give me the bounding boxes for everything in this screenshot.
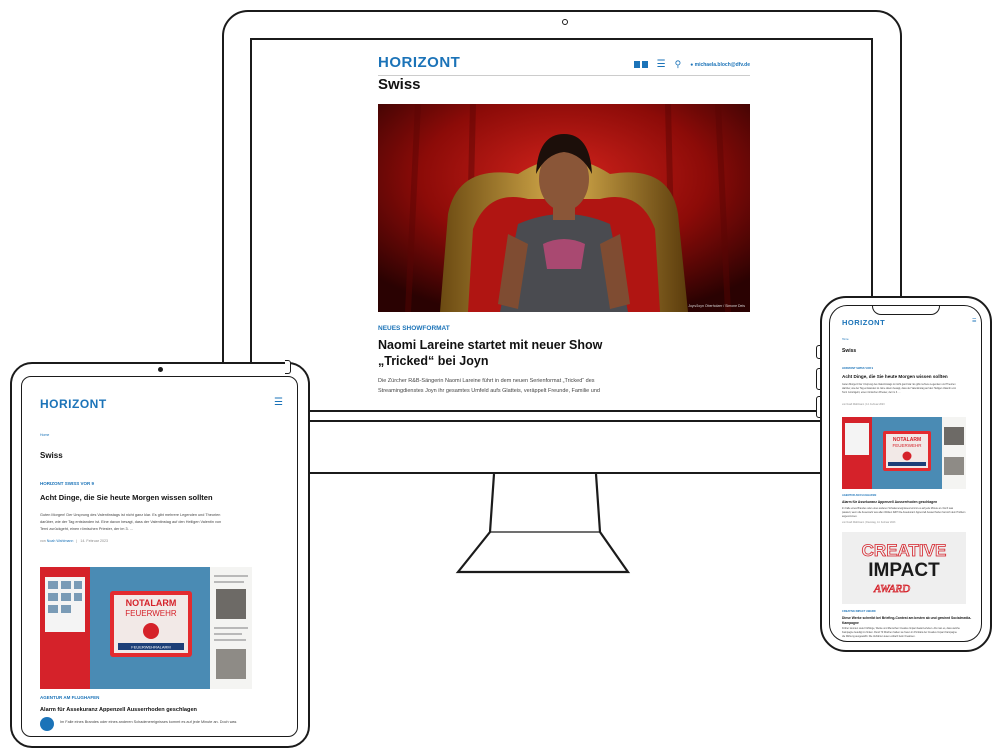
hero-photo: [378, 104, 750, 312]
teaser-line: Guten Morgen! Der Ursprung des Valentins…: [40, 513, 221, 517]
teaser-line: Terni zurückgeht, einen römischen Priest…: [40, 527, 133, 531]
page-title: Swiss: [378, 76, 421, 93]
meta-separator: |: [74, 539, 80, 543]
user-account-link[interactable]: ● michaela.bloch@dfv.de: [690, 62, 750, 68]
hamburger-icon[interactable]: ☰: [274, 397, 283, 408]
image-text: FEUERWEHR: [125, 609, 177, 618]
page-title: Swiss: [40, 451, 63, 460]
article-teaser: Im Falle eines Brandes oder eines andere…: [842, 507, 972, 519]
teaser-line: die Wirkung ausgewählt. Die Verfahren le…: [842, 635, 916, 638]
monitor-chin: [292, 422, 902, 474]
article-kicker[interactable]: HORIZONT SWISS VOR 9: [40, 481, 94, 486]
header-actions: ☰ ⚲ ● michaela.bloch@dfv.de: [633, 59, 750, 70]
phone-notch: [872, 306, 940, 315]
article-teaser: Guten Morgen! Der Ursprung des Valentins…: [842, 383, 972, 395]
user-icon: ●: [690, 61, 694, 68]
article-teaser: Guten Morgen! Der Ursprung des Valentins…: [40, 512, 290, 533]
phone-screen: HORIZONT ☰ Home Swiss HORIZONT SWISS VOR…: [829, 305, 982, 642]
image-text: CREATIVE: [862, 541, 947, 560]
article-title[interactable]: Alarm für Assekuranz Appenzell Ausserrho…: [842, 500, 937, 504]
article-teaser: Die Zürcher R&B-Sängerin Naomi Lareine f…: [378, 376, 748, 396]
horizont-logo[interactable]: HORIZONT: [842, 318, 885, 327]
monitor-stand: [455, 474, 631, 574]
tablet-device: HORIZONT ☰ Home Swiss HORIZONT SWISS VOR…: [10, 362, 310, 748]
article-teaser: Früher konnten viele Frühlinge, Werke un…: [842, 627, 972, 639]
article-title-line: Naomi Lareine startet mit neuer Show: [378, 338, 603, 352]
hamburger-icon[interactable]: ☰: [657, 59, 666, 70]
image-text: IMPACT: [868, 560, 940, 581]
teaser-line: Die Zürcher R&B-Sängerin Naomi Lareine f…: [378, 378, 595, 384]
phone-device: HORIZONT ☰ Home Swiss HORIZONT SWISS VOR…: [820, 296, 992, 652]
teaser-line: passiert, wenn die Feuerwehr aus allen W…: [842, 511, 966, 514]
teaser-line: darüber, wie der Tag entstanden ist. Ein…: [40, 520, 222, 524]
breadcrumb[interactable]: Home: [40, 433, 49, 437]
article-title[interactable]: Acht Dinge, die Sie heute Morgen wissen …: [40, 493, 213, 502]
article-date: 14. Februar 2023: [80, 539, 108, 543]
image-text: NOTALARM: [126, 598, 177, 608]
user-email: michaela.bloch@dfv.de: [694, 61, 750, 68]
article-title[interactable]: Alarm für Assekuranz Appenzell Ausserrho…: [40, 707, 197, 713]
camera-icon: [158, 367, 163, 372]
teaser-line: Terni zurückgeht, einen römischen Priest…: [842, 391, 901, 394]
article-kicker[interactable]: NEUES SHOWFORMAT: [378, 325, 450, 332]
article-kicker[interactable]: AGENTUR AM FLUGHAFEN: [842, 494, 876, 497]
author-link[interactable]: Noah Wahlmann: [47, 539, 74, 543]
article-image-notalarm[interactable]: NOTALARM FEUERWEHR FEUERWEHRALARM: [40, 567, 252, 689]
article-image-notalarm[interactable]: NOTALARM FEUERWEHR: [842, 417, 966, 489]
article-title[interactable]: Acht Dinge, die Sie heute Morgen wissen …: [842, 374, 948, 379]
article-title[interactable]: Diese Werke schreibt bei Briefing-Contes…: [842, 616, 972, 625]
article-title[interactable]: Naomi Lareine startet mit neuer Show „Tr…: [378, 337, 648, 369]
article-meta: von Noah Wahlmann | Dienstag, 14. Februa…: [842, 521, 896, 524]
article-title-line: „Tricked“ bei Joyn: [378, 354, 489, 368]
image-text: AWARD: [873, 583, 910, 595]
swiss-flag-icon[interactable]: [633, 61, 648, 68]
teaser-line: Im Falle eines Brandes oder eines andere…: [60, 720, 237, 724]
article-meta: von Noah Wahlmann | 14. Februar 2023: [842, 403, 885, 406]
article-meta: von Noah Wahlmann | 14. Februar 2023: [40, 539, 108, 543]
tablet-screen: HORIZONT ☰ Home Swiss HORIZONT SWISS VOR…: [21, 376, 298, 737]
teaser-line: Streamingdienstes Joyn ihr gesamtes Umfe…: [378, 388, 600, 394]
horizont-logo[interactable]: HORIZONT: [378, 54, 460, 71]
article-image-creative-impact[interactable]: CREATIVE IMPACT AWARD: [842, 532, 966, 604]
image-text: FEUERWEHR: [893, 443, 923, 448]
breadcrumb[interactable]: Home: [842, 338, 849, 341]
tablet-side-button: [285, 360, 291, 374]
site-header: HORIZONT ☰ ⚲ ● michaela.bloch@dfv.de: [378, 54, 750, 76]
article-kicker[interactable]: CREATIVE IMPACT AWARD: [842, 610, 876, 613]
hero-image[interactable]: Joyn/Joyn Oberholzer / Simone Deis: [378, 104, 750, 312]
avatar: [40, 717, 54, 731]
meta-prefix: von: [40, 539, 46, 543]
horizont-logo[interactable]: HORIZONT: [40, 397, 107, 411]
image-text: FEUERWEHRALARM: [131, 645, 171, 650]
camera-icon: [562, 19, 568, 25]
photo-credit: Joyn/Joyn Oberholzer / Simone Deis: [688, 304, 745, 308]
hamburger-icon[interactable]: ☰: [972, 318, 976, 324]
page-title: Swiss: [842, 348, 857, 354]
article-kicker[interactable]: AGENTUR AM FLUGHAFEN: [40, 695, 99, 700]
search-icon[interactable]: ⚲: [675, 59, 682, 70]
article-kicker[interactable]: HORIZONT SWISS VOR 9: [842, 367, 873, 370]
desktop-screen: HORIZONT ☰ ⚲ ● michaela.bloch@dfv.de Swi…: [250, 38, 873, 412]
teaser-line: angenommen.: [842, 515, 858, 518]
desktop-monitor: HORIZONT ☰ ⚲ ● michaela.bloch@dfv.de Swi…: [222, 10, 902, 422]
